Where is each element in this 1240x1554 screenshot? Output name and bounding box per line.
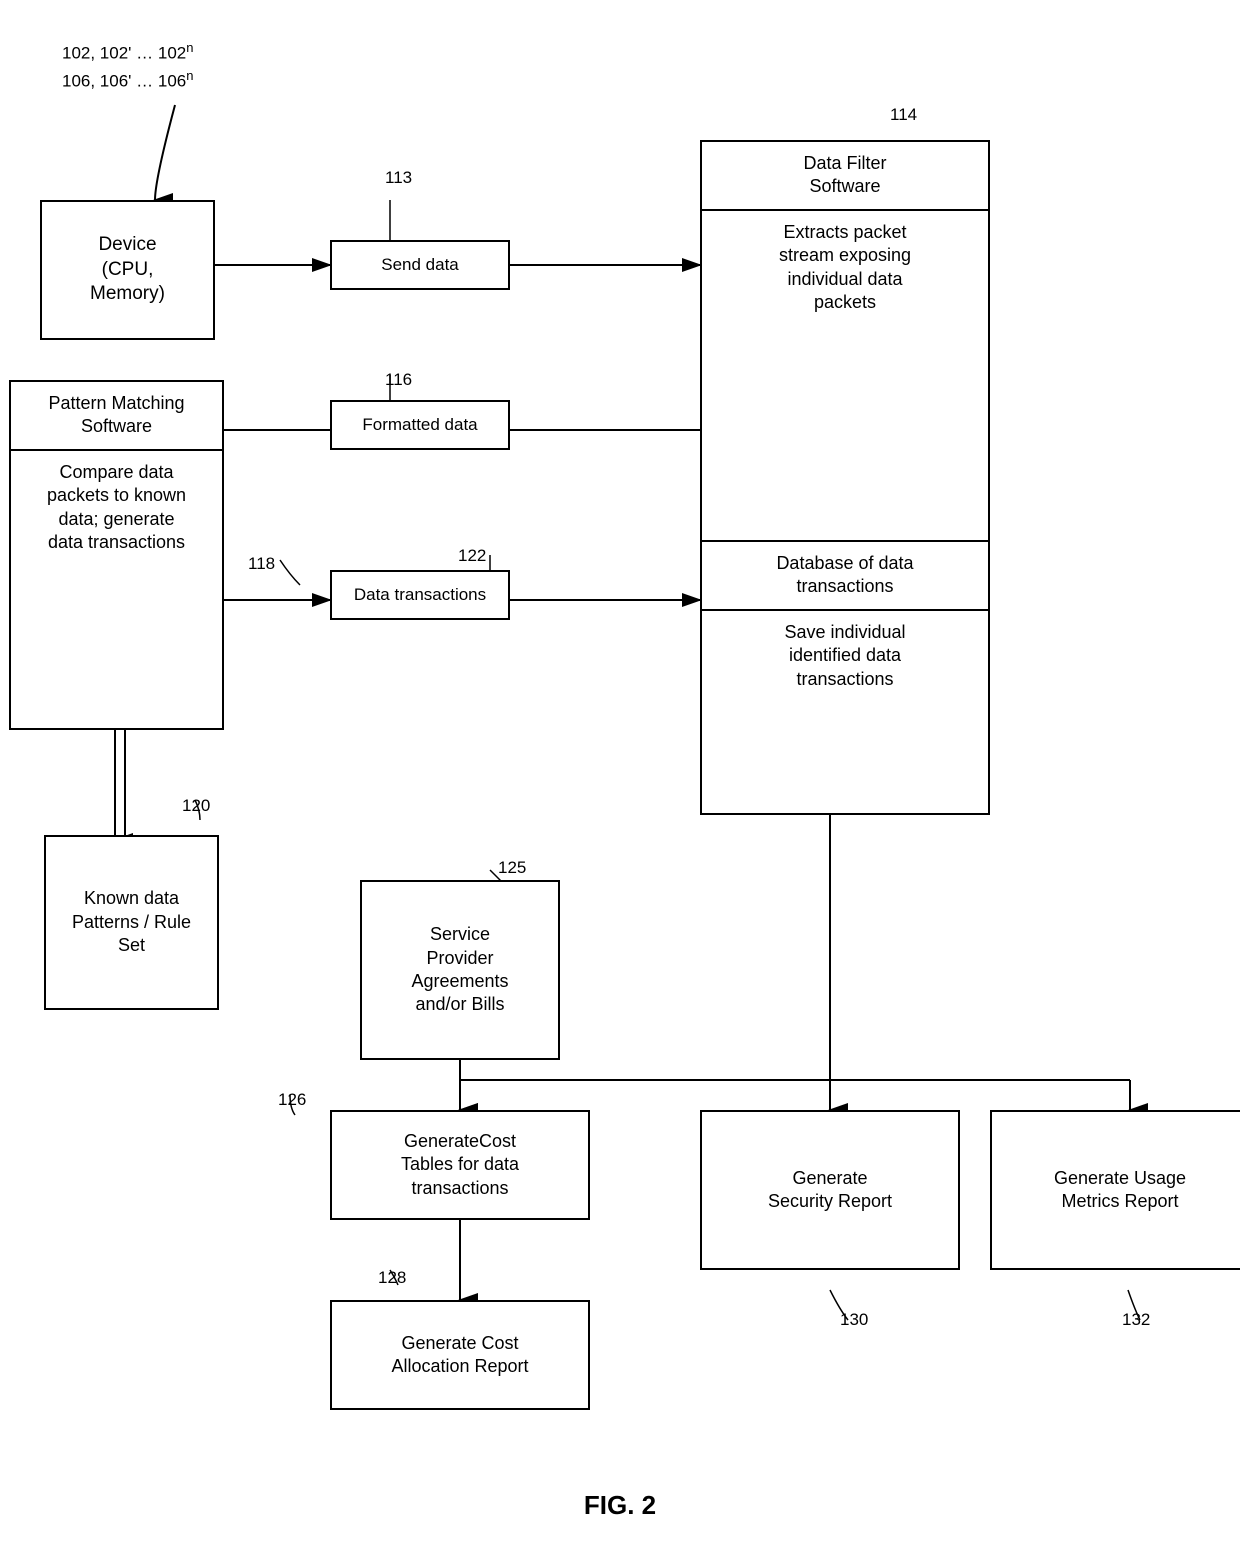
- generate-security-box: GenerateSecurity Report: [700, 1110, 960, 1270]
- pattern-matching-body: Compare datapackets to knowndata; genera…: [11, 451, 222, 565]
- device-box: Device(CPU,Memory): [40, 200, 215, 340]
- database-title: Database of datatransactions: [702, 542, 988, 611]
- ref-top-label: 102, 102' … 102n: [62, 40, 193, 64]
- ref-122: 122: [458, 546, 486, 566]
- data-filter-title: Data FilterSoftware: [702, 142, 988, 211]
- ref-118: 118: [248, 554, 275, 574]
- database-box: Database of datatransactions Save indivi…: [700, 540, 990, 815]
- known-patterns-box: Known dataPatterns / RuleSet: [44, 835, 219, 1010]
- generate-cost-tables-box: GenerateCostTables for datatransactions: [330, 1110, 590, 1220]
- ref-top2-label: 106, 106' … 106n: [62, 68, 193, 92]
- fig-label: FIG. 2: [520, 1490, 720, 1521]
- pattern-matching-box: Pattern MatchingSoftware Compare datapac…: [9, 380, 224, 730]
- data-transactions-box: Data transactions: [330, 570, 510, 620]
- database-body: Save individualidentified datatransactio…: [702, 611, 988, 701]
- data-filter-box: Data FilterSoftware Extracts packetstrea…: [700, 140, 990, 600]
- ref-113: 113: [385, 168, 412, 188]
- send-data-box: Send data: [330, 240, 510, 290]
- ref-132: 132: [1122, 1310, 1150, 1330]
- pattern-matching-title: Pattern MatchingSoftware: [11, 382, 222, 451]
- ref-125: 125: [498, 858, 526, 878]
- generate-cost-allocation-box: Generate CostAllocation Report: [330, 1300, 590, 1410]
- data-filter-body: Extracts packetstream exposingindividual…: [702, 211, 988, 325]
- diagram: 102, 102' … 102n 106, 106' … 106n: [0, 0, 1240, 1554]
- ref-120: 120: [182, 796, 210, 816]
- formatted-data-box: Formatted data: [330, 400, 510, 450]
- ref-114: 114: [890, 105, 917, 125]
- ref-116: 116: [385, 370, 412, 390]
- generate-usage-box: Generate UsageMetrics Report: [990, 1110, 1240, 1270]
- ref-130: 130: [840, 1310, 868, 1330]
- ref-128: 128: [378, 1268, 406, 1288]
- ref-126: 126: [278, 1090, 306, 1110]
- service-provider-box: ServiceProviderAgreementsand/or Bills: [360, 880, 560, 1060]
